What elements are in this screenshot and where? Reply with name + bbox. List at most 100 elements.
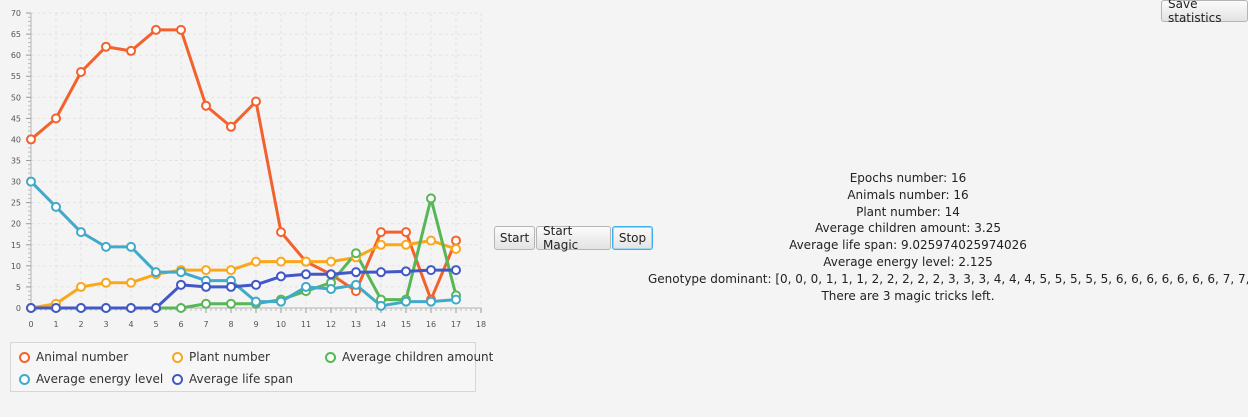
x-tick-label: 2 xyxy=(78,320,83,329)
x-tick-label: 16 xyxy=(426,320,436,329)
legend-marker xyxy=(172,373,183,385)
data-point-average-life-span xyxy=(351,267,361,278)
data-point-average-children-amount xyxy=(176,303,186,313)
data-point-plant-number xyxy=(376,239,386,250)
data-point-average-energy-level xyxy=(76,227,86,238)
data-point-average-energy-level xyxy=(101,241,111,252)
data-point-animal-number xyxy=(451,235,461,246)
x-tick-label: 4 xyxy=(128,320,133,329)
y-tick-label: 10 xyxy=(11,262,21,271)
data-point-average-energy-level xyxy=(276,296,286,307)
data-point-average-energy-level xyxy=(326,284,336,295)
data-point-average-life-span xyxy=(226,281,236,292)
x-tick-label: 3 xyxy=(103,320,108,329)
data-point-average-energy-level xyxy=(26,176,36,187)
data-point-plant-number xyxy=(101,277,111,288)
data-point-average-children-amount xyxy=(351,248,361,259)
legend-label: Plant number xyxy=(189,350,270,364)
data-point-plant-number xyxy=(226,265,236,276)
x-tick-label: 12 xyxy=(326,320,336,329)
x-tick-label: 15 xyxy=(401,320,411,329)
data-point-average-life-span xyxy=(176,279,186,290)
legend-item-average-life-span: Average life span xyxy=(172,372,293,386)
x-tick-label: 14 xyxy=(376,320,386,329)
legend-label: Average energy level xyxy=(36,372,164,386)
legend-item-average-energy-level: Average energy level xyxy=(19,372,163,386)
data-point-average-energy-level xyxy=(451,294,461,305)
data-point-plant-number xyxy=(401,239,411,250)
save-statistics-button[interactable]: Save statistics xyxy=(1161,0,1248,25)
y-tick-label: 30 xyxy=(11,178,21,187)
average-children-amount: Average children amount: 3.25 xyxy=(815,221,1001,236)
legend-item-average-children-amount: Average children amount xyxy=(325,350,493,364)
data-point-average-energy-level xyxy=(401,296,411,307)
data-point-average-energy-level xyxy=(51,201,61,212)
data-point-average-life-span xyxy=(151,303,161,313)
y-tick-label: 0 xyxy=(16,304,21,313)
x-tick-label: 17 xyxy=(451,320,461,329)
x-tick-label: 8 xyxy=(228,320,233,329)
y-tick-label: 25 xyxy=(11,199,21,208)
data-point-animal-number xyxy=(251,96,261,107)
data-point-average-children-amount xyxy=(426,193,436,204)
data-point-animal-number xyxy=(201,100,211,111)
data-point-animal-number xyxy=(226,121,236,132)
y-tick-label: 35 xyxy=(11,157,21,166)
legend-item-animal-number: Animal number xyxy=(19,350,128,364)
x-tick-label: 11 xyxy=(301,320,311,329)
data-point-animal-number xyxy=(26,134,36,145)
data-point-average-energy-level xyxy=(426,296,436,307)
magic-tricks-left: There are 3 magic tricks left. xyxy=(821,288,995,303)
data-point-animal-number xyxy=(176,24,186,35)
legend-marker xyxy=(19,351,30,363)
data-point-average-life-span xyxy=(101,303,111,313)
data-point-plant-number xyxy=(276,256,286,267)
data-point-average-children-amount xyxy=(226,298,236,309)
data-point-average-energy-level xyxy=(251,296,261,307)
statistics-panel: Epochs number: 16 Animals number: 16 Pla… xyxy=(648,170,1248,304)
data-point-average-energy-level xyxy=(126,241,136,252)
data-point-average-life-span xyxy=(451,265,461,276)
x-tick-label: 9 xyxy=(253,320,258,329)
legend-marker xyxy=(172,351,183,363)
data-point-average-life-span xyxy=(26,303,36,313)
data-point-plant-number xyxy=(76,281,86,292)
x-tick-label: 7 xyxy=(203,320,208,329)
y-tick-label: 50 xyxy=(11,93,21,102)
y-tick-label: 55 xyxy=(11,72,21,81)
data-point-average-energy-level xyxy=(351,279,361,290)
y-tick-label: 60 xyxy=(11,51,21,60)
data-point-average-children-amount xyxy=(201,298,211,309)
data-point-plant-number xyxy=(426,235,436,246)
data-point-animal-number xyxy=(51,113,61,124)
data-point-average-life-span xyxy=(326,269,336,280)
line-chart: 05101520253035404550556065700 1 2 3 4 5 6 7 8 9 10… xyxy=(11,9,486,329)
data-point-average-energy-level xyxy=(151,267,161,278)
start-magic-button[interactable]: Start Magic xyxy=(536,224,611,252)
y-tick-label: 5 xyxy=(16,283,21,292)
y-tick-label: 40 xyxy=(11,135,21,144)
x-tick-label: 10 xyxy=(276,320,286,329)
y-tick-label: 65 xyxy=(11,30,21,39)
data-point-average-energy-level xyxy=(376,300,386,311)
data-point-average-life-span xyxy=(51,303,61,313)
legend-label: Average life span xyxy=(189,372,294,386)
legend-marker xyxy=(19,373,30,385)
data-point-average-life-span xyxy=(276,271,286,282)
start-button[interactable]: Start xyxy=(494,226,535,250)
x-tick-label: 5 xyxy=(153,320,158,329)
data-point-average-energy-level xyxy=(176,267,186,278)
data-point-average-life-span xyxy=(426,265,436,276)
data-point-plant-number xyxy=(301,256,311,267)
data-point-plant-number xyxy=(201,265,211,276)
chart-legend: Animal number Plant number Average child… xyxy=(10,342,493,392)
stop-button[interactable]: Stop xyxy=(612,226,653,250)
data-point-animal-number xyxy=(101,41,111,52)
epochs-number: Epochs number: 16 xyxy=(849,171,967,185)
plant-number: Plant number: 14 xyxy=(856,204,960,219)
data-point-animal-number xyxy=(376,227,386,238)
data-point-animal-number xyxy=(151,24,161,35)
genotype-dominant: Genotype dominant: [0, 0, 0, 1, 1, 1, 2,… xyxy=(648,271,1248,286)
data-point-animal-number xyxy=(126,45,136,56)
data-point-animal-number xyxy=(276,227,286,238)
